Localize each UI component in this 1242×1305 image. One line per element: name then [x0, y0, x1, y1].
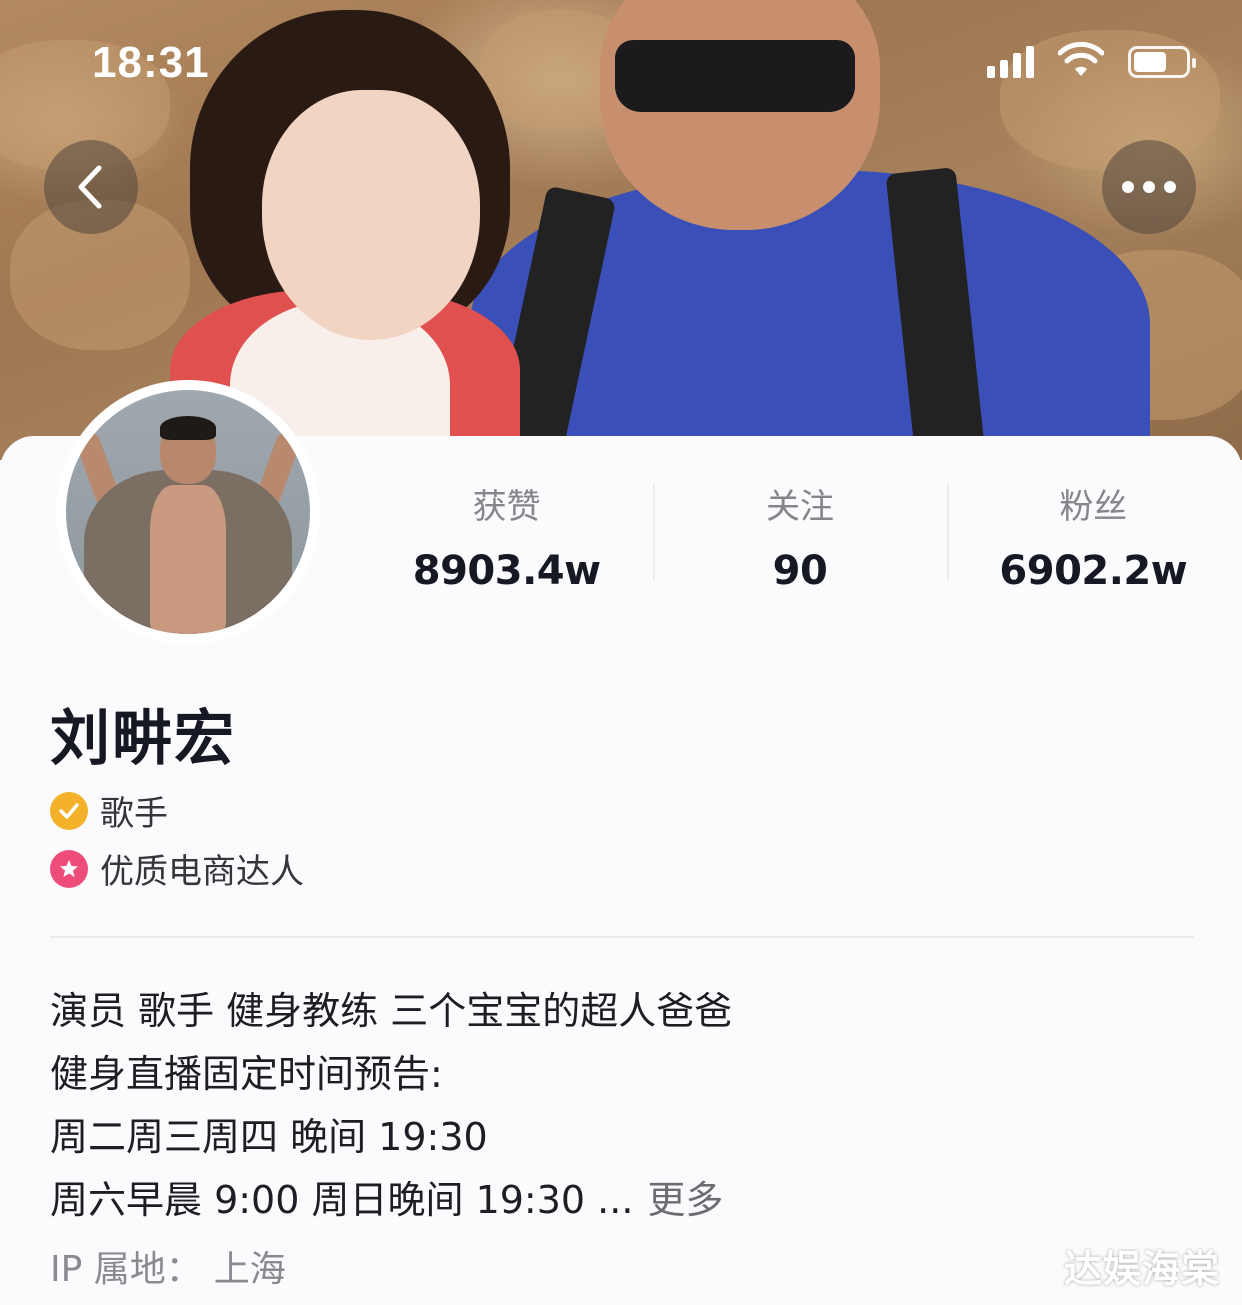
star-badge-icon — [50, 849, 88, 888]
wifi-icon — [1058, 42, 1104, 76]
status-time: 18:31 — [92, 38, 210, 87]
ip-value: 上海 — [213, 1249, 286, 1290]
chevron-left-icon — [78, 165, 102, 209]
ip-label: IP 属地： — [50, 1249, 202, 1290]
battery-icon — [1128, 46, 1196, 78]
bio-line-last: 周六早晨 9:00 周日晚间 19:30 ... 更多 — [50, 1169, 732, 1232]
bio-line: 健身直播固定时间预告: — [50, 1052, 443, 1096]
more-link[interactable]: 更多 — [647, 1178, 723, 1222]
tag-singer[interactable]: 歌手 — [50, 786, 168, 835]
tag-text: 歌手 — [100, 794, 168, 834]
stat-value: 8903.4w — [412, 548, 601, 594]
verified-check-icon — [50, 791, 88, 830]
more-button[interactable] — [1102, 140, 1196, 234]
stat-label: 获赞 — [472, 487, 541, 527]
bio-line: 演员 歌手 健身教练 三个宝宝的超人爸爸 — [50, 989, 733, 1033]
status-icons — [987, 42, 1196, 78]
avatar[interactable] — [56, 380, 320, 644]
ip-location: IP 属地： 上海 — [50, 1240, 286, 1292]
stat-likes[interactable]: 获赞 8903.4w — [360, 480, 653, 594]
divider — [50, 936, 1194, 938]
cellular-signal-icon — [987, 46, 1034, 78]
stat-label: 关注 — [765, 487, 834, 527]
bio: 演员 歌手 健身教练 三个宝宝的超人爸爸 健身直播固定时间预告: 周二周三周四 … — [50, 980, 732, 1232]
watermark: 达娱海棠 — [1063, 1247, 1220, 1291]
stat-value: 90 — [772, 548, 828, 594]
bio-line-text: 周六早晨 9:00 周日晚间 19:30 ... — [50, 1178, 634, 1222]
back-button[interactable] — [44, 140, 138, 234]
tag-ecommerce[interactable]: 优质电商达人 — [50, 844, 304, 893]
stat-value: 6902.2w — [999, 548, 1188, 594]
stat-label: 粉丝 — [1059, 487, 1128, 527]
stat-followers[interactable]: 粉丝 6902.2w — [946, 480, 1240, 594]
bio-line: 周二周三周四 晚间 19:30 — [50, 1115, 488, 1159]
profile-name: 刘畊宏 — [50, 704, 236, 774]
stat-following[interactable]: 关注 90 — [653, 480, 946, 594]
profile-stats: 获赞 8903.4w 关注 90 粉丝 6902.2w — [360, 480, 1240, 594]
tag-text: 优质电商达人 — [100, 852, 304, 892]
avatar-image — [66, 390, 310, 634]
ellipsis-icon — [1122, 181, 1176, 193]
